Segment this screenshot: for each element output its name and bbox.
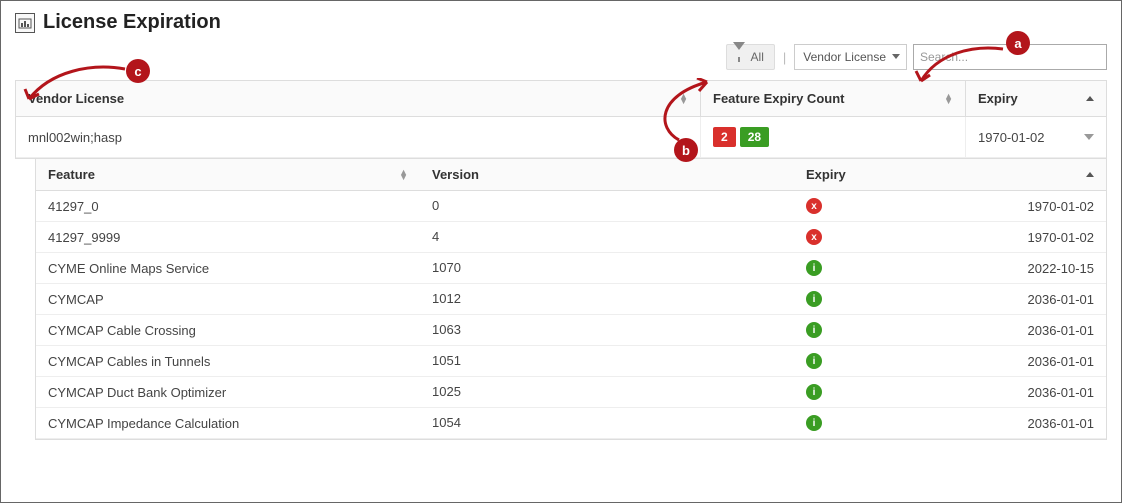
feature-table: Feature ▲▼ Version Expiry 41297_00x 1970-… [35,159,1107,440]
column-version[interactable]: Version [420,159,794,190]
expired-icon: x [806,198,822,214]
toolbar-divider: | [781,50,788,65]
feature-version: 1070 [420,253,794,283]
group-expiry-value: 1970-01-02 [978,130,1045,145]
filter-all-button[interactable]: All [726,44,775,70]
table-row[interactable]: 41297_00x 1970-01-02 [36,191,1106,222]
arrow-c [21,63,131,107]
feature-name: CYMCAP Cables in Tunnels [36,346,420,376]
filter-label: All [751,50,764,64]
feature-header-row: Feature ▲▼ Version Expiry [36,159,1106,191]
feature-expiry: 2036-01-01 [1028,292,1095,307]
table-row[interactable]: 41297_99994x 1970-01-02 [36,222,1106,253]
feature-name: 41297_0 [36,191,420,221]
expired-icon: x [806,229,822,245]
license-group-table: Vendor License ▲▼ Feature Expiry Count ▲… [15,80,1107,159]
feature-name: CYMCAP Duct Bank Optimizer [36,377,420,407]
feature-name: CYMCAP Impedance Calculation [36,408,420,438]
valid-icon: i [806,322,822,338]
feature-expiry: 2036-01-01 [1028,416,1095,431]
feature-expiry: 2036-01-01 [1028,323,1095,338]
feature-expiry: 1970-01-02 [1028,230,1095,245]
arrow-b [649,78,729,144]
valid-icon: i [806,384,822,400]
feature-version: 4 [420,222,794,252]
feature-version: 0 [420,191,794,221]
vendor-value: mnl002win;hasp [28,130,122,145]
column-feature-expiry[interactable]: Expiry [794,159,1106,190]
feature-name: 41297_9999 [36,222,420,252]
valid-icon: i [806,415,822,431]
table-row[interactable]: CYMCAP Cables in Tunnels1051 i 2036-01-01 [36,346,1106,377]
valid-icon: i [806,353,822,369]
feature-name: CYMCAP Cable Crossing [36,315,420,345]
group-by-dropdown[interactable]: Vendor License [794,44,907,70]
feature-expiry: 2036-01-01 [1028,354,1095,369]
feature-expiry: 1970-01-02 [1028,199,1095,214]
callout-b: b [674,138,698,162]
feature-version: 1025 [420,377,794,407]
feature-name: CYMCAP [36,284,420,314]
valid-count-badge: 28 [740,127,769,147]
table-row[interactable]: CYME Online Maps Service1070 i 2022-10-15 [36,253,1106,284]
arrow-a [913,43,1007,89]
dropdown-label: Vendor License [803,50,886,64]
callout-a: a [1006,31,1030,55]
chevron-down-icon [892,54,900,59]
feature-version: 1054 [420,408,794,438]
sort-asc-icon [1086,96,1094,101]
table-row[interactable]: CYMCAP Impedance Calculation1054 i 2036-01… [36,408,1106,439]
table-row[interactable]: CYMCAP Duct Bank Optimizer1025 i 2036-01-0… [36,377,1106,408]
feature-version: 1051 [420,346,794,376]
page-title: License Expiration [43,11,221,34]
feature-version: 1063 [420,315,794,345]
feature-expiry: 2022-10-15 [1028,261,1095,276]
valid-icon: i [806,260,822,276]
feature-name: CYME Online Maps Service [36,253,420,283]
sort-icon: ▲▼ [944,94,953,104]
group-row[interactable]: mnl002win;hasp 2 28 1970-01-02 [16,117,1106,158]
funnel-icon [733,50,745,64]
callout-c: c [126,59,150,83]
sort-asc-icon [1086,172,1094,177]
feature-version: 1012 [420,284,794,314]
feature-expiry: 2036-01-01 [1028,385,1095,400]
table-row[interactable]: CYMCAP1012 i 2036-01-01 [36,284,1106,315]
expand-icon[interactable] [1084,134,1094,140]
sort-icon: ▲▼ [399,170,408,180]
license-icon [15,13,35,33]
column-feature[interactable]: Feature ▲▼ [36,159,420,190]
valid-icon: i [806,291,822,307]
table-row[interactable]: CYMCAP Cable Crossing1063 i 2036-01-01 [36,315,1106,346]
